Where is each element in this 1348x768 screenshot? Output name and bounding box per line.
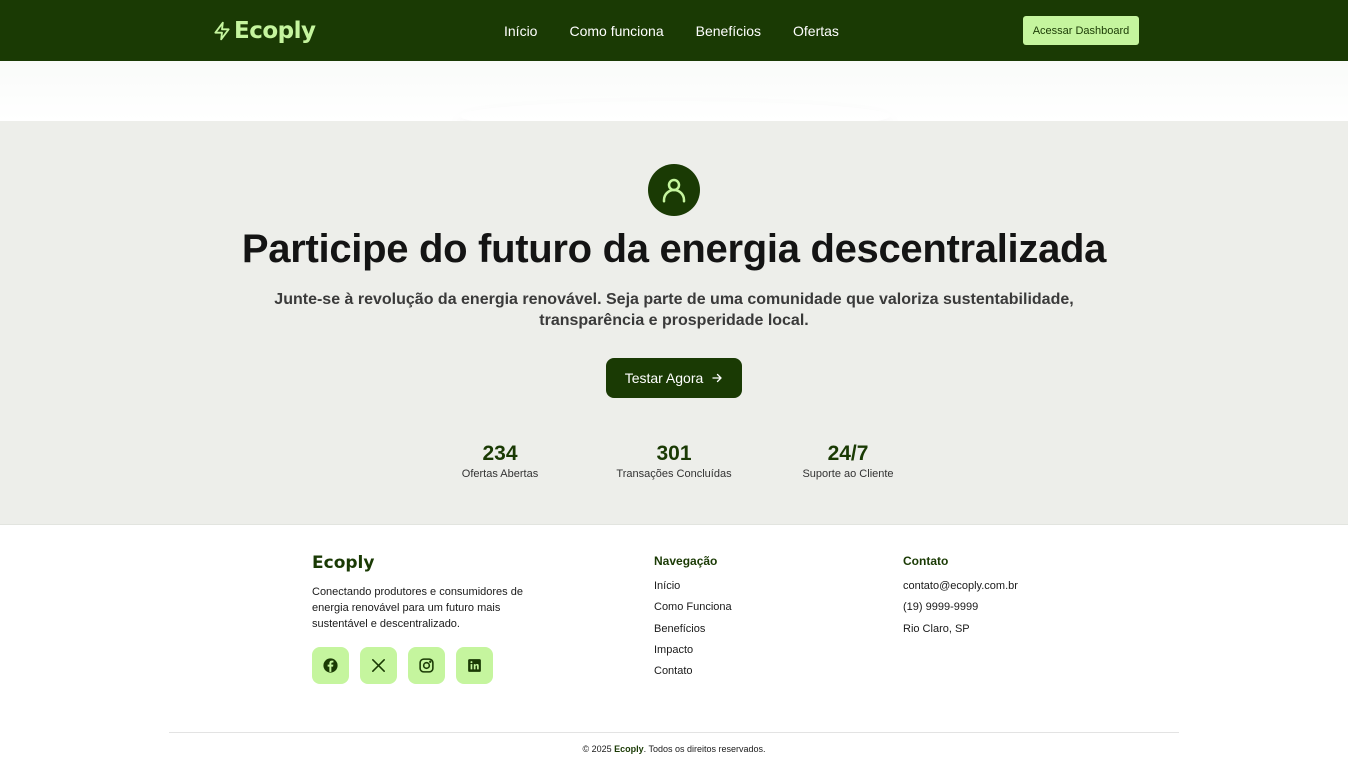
footer-contact-list: contato@ecoply.com.br (19) 9999-9999 Rio… <box>903 580 1018 644</box>
stat-value: 301 <box>656 442 692 465</box>
x-icon[interactable] <box>360 647 397 684</box>
stat-value: 234 <box>482 442 518 465</box>
logo[interactable]: Ecoply <box>212 17 316 45</box>
nav-link-ofertas[interactable]: Ofertas <box>793 22 839 40</box>
linkedin-icon[interactable] <box>456 647 493 684</box>
nav-links: Início Como funciona Benefícios Ofertas <box>504 22 839 40</box>
footer-link-beneficios[interactable]: Benefícios <box>654 623 705 635</box>
facebook-icon[interactable] <box>312 647 349 684</box>
contact-email[interactable]: contato@ecoply.com.br <box>903 580 1018 593</box>
footer-link-inicio[interactable]: Início <box>654 580 680 592</box>
copyright: © 2025 Ecoply. Todos os direitos reserva… <box>0 744 1348 755</box>
contact-phone: (19) 9999-9999 <box>903 601 979 614</box>
footer-link-como-funciona[interactable]: Como Funciona <box>654 601 732 613</box>
cta-title: Participe do futuro da energia descentra… <box>241 227 1107 271</box>
arrow-right-icon <box>712 373 722 383</box>
lightning-icon <box>214 21 230 41</box>
hero-bottom-strip <box>0 61 1348 121</box>
stat-label: Suporte ao Cliente <box>802 468 894 480</box>
nav-link-inicio[interactable]: Início <box>504 22 537 40</box>
footer-nav-item: Benefícios <box>654 623 732 636</box>
logo-text: Ecoply <box>234 18 316 44</box>
footer-nav-item: Como Funciona <box>654 601 732 614</box>
footer-divider <box>169 732 1179 733</box>
footer-contact-heading: Contato <box>903 554 949 568</box>
cta-section: Participe do futuro da energia descentra… <box>0 121 1348 525</box>
contact-location: Rio Claro, SP <box>903 622 970 635</box>
footer-description: Conectando produtores e consumidores de … <box>312 586 523 630</box>
footer-link-impacto[interactable]: Impacto <box>654 644 693 656</box>
stat-label: Transações Concluídas <box>616 468 732 480</box>
navbar: Ecoply Início Como funciona Benefícios O… <box>0 0 1348 61</box>
user-icon <box>648 164 700 216</box>
footer-nav-heading: Navegação <box>654 554 718 568</box>
instagram-icon[interactable] <box>408 647 445 684</box>
stat-transacoes: 301 Transações Concluídas <box>604 441 744 481</box>
footer-brand: Ecoply <box>312 553 375 573</box>
footer-link-contato[interactable]: Contato <box>654 665 693 677</box>
cta-subtitle: Junte-se à revolução da energia renováve… <box>274 291 1074 329</box>
stat-label: Ofertas Abertas <box>461 468 539 480</box>
dashboard-button[interactable]: Acessar Dashboard <box>1023 16 1139 45</box>
testar-agora-label: Testar Agora <box>624 370 704 386</box>
copyright-suffix: . Todos os direitos reservados. <box>643 744 766 754</box>
stat-value: 24/7 <box>827 442 869 465</box>
stat-suporte: 24/7 Suporte ao Cliente <box>788 441 908 481</box>
stat-ofertas: 234 Ofertas Abertas <box>450 441 550 481</box>
copyright-prefix: © 2025 <box>582 744 612 754</box>
footer-nav-item: Contato <box>654 665 732 678</box>
footer-nav-item: Início <box>654 580 732 593</box>
copyright-brand: Ecoply <box>614 744 644 754</box>
testar-agora-button[interactable]: Testar Agora <box>606 358 742 398</box>
nav-link-beneficios[interactable]: Benefícios <box>696 22 761 40</box>
nav-link-como-funciona[interactable]: Como funciona <box>569 22 663 40</box>
footer-nav-list: Início Como Funciona Benefícios Impacto … <box>654 580 732 686</box>
footer-nav-item: Impacto <box>654 644 732 657</box>
